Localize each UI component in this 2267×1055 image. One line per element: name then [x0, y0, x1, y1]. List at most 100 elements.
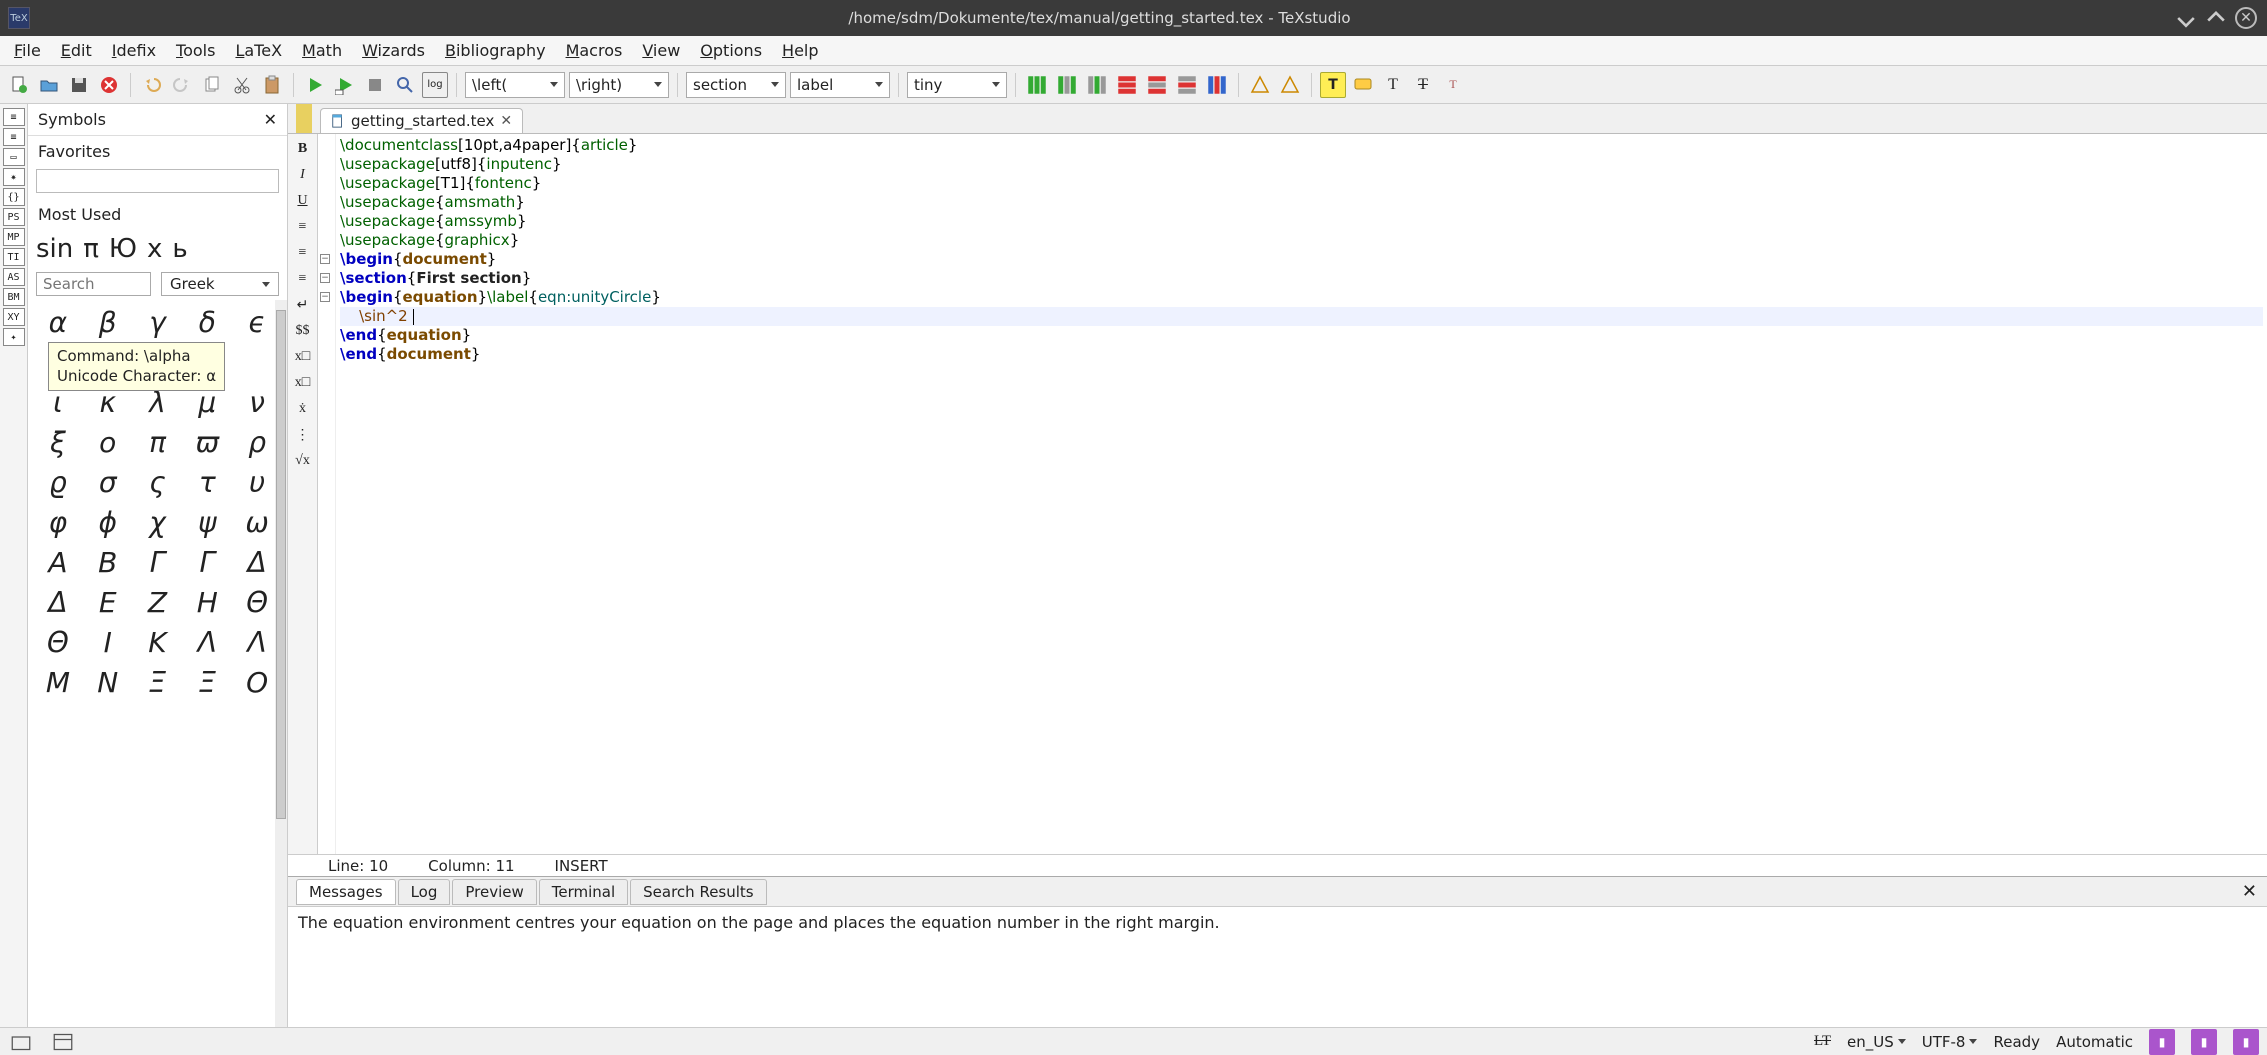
symbol-cell[interactable]: α [36, 304, 80, 340]
bottom-panel-close[interactable]: ✕ [2232, 881, 2267, 902]
symbol-cell[interactable]: β [86, 304, 130, 340]
file-tab[interactable]: getting_started.tex ✕ [320, 108, 523, 133]
symbol-cell[interactable]: K [136, 624, 180, 660]
copy-button[interactable] [199, 72, 225, 98]
symbol-cell[interactable]: o [86, 424, 130, 460]
fontsize-combo[interactable]: tiny [907, 72, 1007, 98]
fold-toggle[interactable]: − [320, 273, 330, 283]
symbol-cell[interactable]: A [36, 544, 80, 580]
symbol-cell[interactable]: M [36, 664, 80, 700]
footer-icon-2[interactable] [50, 1029, 76, 1055]
symbol-cell[interactable]: N [86, 664, 130, 700]
menu-math[interactable]: Math [292, 37, 352, 64]
language-tool-indicator[interactable]: LT [1814, 1033, 1831, 1050]
symbol-cell[interactable]: Λ [185, 624, 229, 660]
most-used-symbol[interactable]: Ю [109, 234, 137, 264]
editor-side-btn-7[interactable]: $$ [292, 320, 314, 342]
minimize-button[interactable] [2173, 5, 2199, 31]
undo-button[interactable] [139, 72, 165, 98]
side-tab-9[interactable]: BM [3, 288, 25, 306]
cut-button[interactable] [229, 72, 255, 98]
bottom-tab-log[interactable]: Log [398, 879, 451, 905]
table-button-7[interactable] [1204, 72, 1230, 98]
symbol-cell[interactable]: σ [86, 464, 130, 500]
menu-tools[interactable]: Tools [166, 37, 225, 64]
symbols-panel-close[interactable]: ✕ [264, 110, 277, 129]
symbol-cell[interactable] [235, 344, 279, 380]
footer-badge-2[interactable]: ▮ [2191, 1029, 2217, 1055]
bottom-tab-messages[interactable]: Messages [296, 879, 396, 905]
label-combo[interactable]: label [790, 72, 890, 98]
editor-side-btn-0[interactable]: B [292, 138, 314, 160]
symbol-cell[interactable]: ς [136, 464, 180, 500]
symbol-cell[interactable]: γ [136, 304, 180, 340]
most-used-symbol[interactable]: ь [172, 234, 187, 264]
section-combo[interactable]: section [686, 72, 786, 98]
open-file-button[interactable] [36, 72, 62, 98]
compile-view-button[interactable] [332, 72, 358, 98]
bottom-tab-search-results[interactable]: Search Results [630, 879, 766, 905]
table-button-5[interactable] [1144, 72, 1170, 98]
language-selector[interactable]: en_US [1847, 1033, 1906, 1051]
symbol-cell[interactable]: ϖ [185, 424, 229, 460]
menu-macros[interactable]: Macros [556, 37, 633, 64]
editor-side-btn-4[interactable]: ≡ [292, 242, 314, 264]
symbol-cell[interactable]: E [86, 584, 130, 620]
side-tab-11[interactable]: ✦ [3, 328, 25, 346]
symbol-cell[interactable]: Θ [36, 624, 80, 660]
bottom-tab-preview[interactable]: Preview [452, 879, 536, 905]
menu-view[interactable]: View [632, 37, 690, 64]
symbol-cell[interactable]: ξ [36, 424, 80, 460]
table-button-4[interactable] [1114, 72, 1140, 98]
editor-side-btn-11[interactable]: ⋮ [292, 424, 314, 446]
symbol-cell[interactable]: ϕ [86, 504, 130, 540]
warning-button-1[interactable] [1247, 72, 1273, 98]
mode-selector[interactable]: Automatic [2056, 1033, 2133, 1051]
redo-button[interactable] [169, 72, 195, 98]
symbol-cell[interactable]: Δ [235, 544, 279, 580]
symbol-cell[interactable]: ϵ [235, 304, 279, 340]
side-tab-7[interactable]: TI [3, 248, 25, 266]
most-used-symbol[interactable]: π [83, 234, 99, 264]
symbol-cell[interactable]: Γ [136, 544, 180, 580]
symbol-cell[interactable]: ρ [235, 424, 279, 460]
close-button[interactable]: ✕ [2233, 5, 2259, 31]
menu-help[interactable]: Help [772, 37, 828, 64]
table-button-1[interactable] [1024, 72, 1050, 98]
symbol-cell[interactable]: φ [36, 504, 80, 540]
symbol-cell[interactable]: B [86, 544, 130, 580]
table-button-2[interactable] [1054, 72, 1080, 98]
text-small-button[interactable]: T [1440, 72, 1466, 98]
menu-edit[interactable]: Edit [51, 37, 102, 64]
side-tab-3[interactable]: ✷ [3, 168, 25, 186]
side-tab-0[interactable]: ≡ [3, 108, 25, 126]
close-file-button[interactable] [96, 72, 122, 98]
symbol-cell[interactable]: ν [235, 384, 279, 420]
tab-close[interactable]: ✕ [500, 113, 512, 129]
fold-toggle[interactable]: − [320, 254, 330, 264]
symbol-cell[interactable]: Λ [235, 624, 279, 660]
menu-wizards[interactable]: Wizards [352, 37, 435, 64]
editor-side-btn-1[interactable]: I [292, 164, 314, 186]
editor-side-btn-6[interactable]: ↵ [292, 294, 314, 316]
paste-button[interactable] [259, 72, 285, 98]
editor-side-btn-10[interactable]: ẋ [292, 398, 314, 420]
symbol-cell[interactable]: O [235, 664, 279, 700]
text-button[interactable]: T [1380, 72, 1406, 98]
left-delimiter-combo[interactable]: \left( [465, 72, 565, 98]
side-tab-1[interactable]: ≡ [3, 128, 25, 146]
menu-idefix[interactable]: Idefix [102, 37, 166, 64]
strikethrough-button[interactable]: T [1410, 72, 1436, 98]
symbol-cell[interactable]: ω [235, 504, 279, 540]
side-tab-2[interactable]: ▭ [3, 148, 25, 166]
compile-button[interactable] [302, 72, 328, 98]
menu-file[interactable]: File [4, 37, 51, 64]
menu-latex[interactable]: LaTeX [225, 37, 292, 64]
symbol-scrollbar[interactable] [275, 300, 287, 1027]
symbol-cell[interactable]: χ [136, 504, 180, 540]
symbol-cell[interactable]: Z [136, 584, 180, 620]
most-used-symbol[interactable]: sin [36, 234, 73, 264]
view-log-button[interactable]: log [422, 72, 448, 98]
symbol-cell[interactable]: Γ [185, 544, 229, 580]
symbol-cell[interactable]: H [185, 584, 229, 620]
